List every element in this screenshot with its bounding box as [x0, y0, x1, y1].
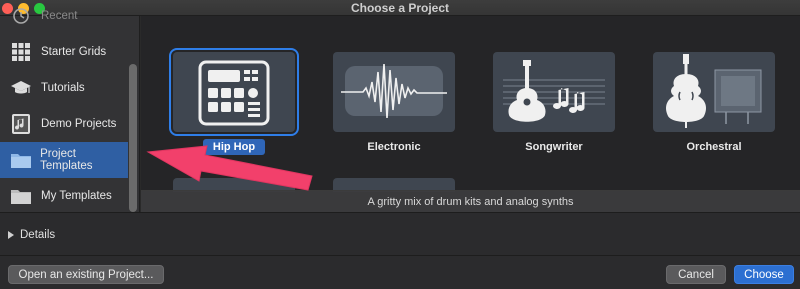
- template-label-songwriter[interactable]: Songwriter: [493, 141, 615, 153]
- sidebar-item-project-templates[interactable]: Project Templates: [0, 142, 128, 178]
- details-label: Details: [20, 229, 56, 241]
- folder-icon: [9, 184, 33, 208]
- clock-icon: [9, 4, 33, 28]
- template-tile-songwriter[interactable]: [493, 52, 615, 132]
- sidebar-item-label: Starter Grids: [41, 46, 107, 58]
- sidebar-item-label: Tutorials: [41, 82, 85, 94]
- grid-icon: [9, 40, 33, 64]
- template-tile-orchestral[interactable]: [653, 52, 775, 132]
- waveform-icon: [333, 63, 455, 136]
- sidebar-item-label: Recent: [41, 10, 78, 22]
- details-section: Details: [0, 212, 800, 255]
- sidebar-item-label: Project Templates: [40, 148, 93, 172]
- button-bar: Open an existing Project... Cancel Choos…: [0, 255, 800, 289]
- acoustic-guitar-icon: [493, 60, 615, 136]
- cancel-button[interactable]: Cancel: [666, 265, 726, 284]
- template-grid: Hip Hop Electronic Songwriter Orchestral: [141, 16, 800, 212]
- sidebar-item-tutorials[interactable]: Tutorials: [0, 70, 128, 106]
- sidebar-item-recent[interactable]: Recent: [0, 0, 128, 34]
- sidebar-item-starter-grids[interactable]: Starter Grids: [0, 34, 128, 70]
- sidebar-item-label: My Templates: [41, 190, 112, 202]
- disclosure-triangle-icon: [8, 231, 14, 239]
- choose-button[interactable]: Choose: [734, 265, 794, 284]
- details-disclosure[interactable]: Details: [8, 229, 55, 241]
- template-tile-electronic[interactable]: [333, 52, 455, 132]
- violin-icon: [653, 54, 775, 136]
- sidebar-item-demo-projects[interactable]: Demo Projects: [0, 106, 128, 142]
- template-label-orchestral[interactable]: Orchestral: [653, 141, 775, 153]
- template-description: A gritty mix of drum kits and analog syn…: [141, 190, 800, 212]
- template-label-hip-hop[interactable]: Hip Hop: [173, 139, 295, 155]
- template-label-electronic[interactable]: Electronic: [333, 141, 455, 153]
- drum-machine-icon: [173, 60, 295, 136]
- sidebar-item-my-templates[interactable]: My Templates: [0, 178, 128, 214]
- sidebar: Recent Starter Grids Tutorials Demo Proj…: [0, 8, 140, 214]
- graduation-cap-icon: [9, 76, 33, 100]
- folder-icon: [9, 148, 32, 172]
- sidebar-scrollbar[interactable]: [129, 64, 137, 212]
- open-existing-project-button[interactable]: Open an existing Project...: [8, 265, 164, 284]
- music-note-icon: [9, 112, 33, 136]
- sidebar-item-label: Demo Projects: [41, 118, 117, 130]
- template-tile-hip-hop[interactable]: [169, 48, 299, 136]
